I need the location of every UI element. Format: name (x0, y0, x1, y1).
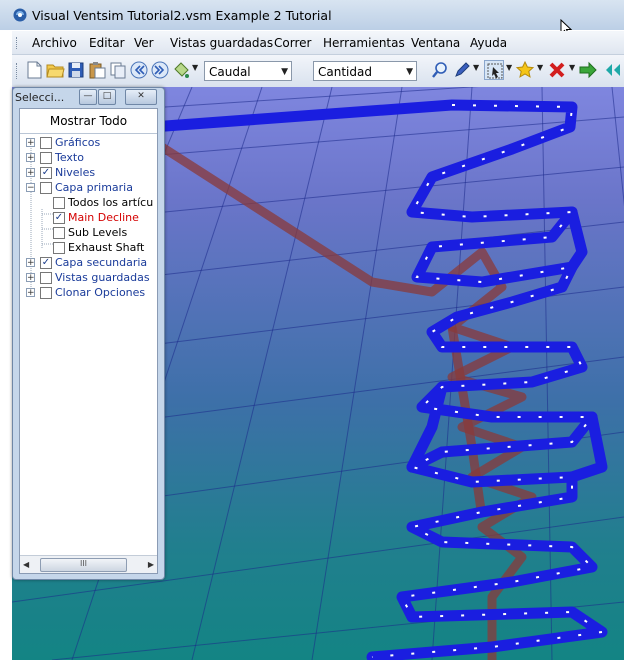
connect-button[interactable] (604, 60, 624, 80)
expand-icon[interactable]: + (26, 288, 35, 298)
horizontal-scrollbar[interactable]: ◀ III ▶ (20, 555, 157, 573)
scroll-thumb[interactable]: III (40, 558, 127, 572)
tree-label-exhaust-shaft: Exhaust Shaft (68, 241, 145, 254)
star-dropdown-arrow-icon[interactable]: ▼ (537, 63, 543, 72)
toolbar-grip[interactable] (16, 63, 20, 79)
back-arrow-icon (130, 61, 148, 79)
menu-herramientas[interactable]: Herramientas (323, 36, 405, 50)
select-cursor-icon (487, 63, 503, 79)
pencil-icon (455, 62, 470, 77)
panel-minimize-button[interactable]: — (79, 89, 97, 105)
show-all-button[interactable]: Mostrar Todo (20, 109, 157, 134)
checkbox-texto[interactable] (40, 152, 52, 164)
combo-cantidad[interactable]: Cantidad ▼ (313, 61, 417, 81)
checkbox-main-decline[interactable]: ✓ (53, 212, 65, 224)
tree-label-capa-secundaria: Capa secundaria (55, 256, 148, 269)
new-file-icon (27, 61, 42, 79)
checkbox-sub-levels[interactable] (53, 227, 65, 239)
tree-label-clonar-opciones: Clonar Opciones (55, 286, 146, 299)
panel-content: Mostrar Todo + Gráficos + Texto + ✓ Nive… (19, 108, 158, 574)
menu-ventana[interactable]: Ventana (411, 36, 460, 50)
checkbox-vistas-guardadas[interactable] (40, 272, 52, 284)
menu-archivo[interactable]: Archivo (32, 36, 77, 50)
combo-caudal-value: Caudal (209, 65, 251, 79)
collapse-icon[interactable]: − (26, 183, 35, 193)
checkbox-exhaust-shaft[interactable] (53, 242, 65, 254)
tree-label-todos: Todos los artícu (68, 196, 154, 209)
checkbox-capa-primaria[interactable] (40, 182, 52, 194)
checkbox-todos[interactable] (53, 197, 65, 209)
select-dropdown-arrow-icon[interactable]: ▼ (506, 63, 512, 72)
fill-tool-button[interactable] (171, 60, 191, 80)
open-folder-icon (46, 64, 65, 78)
star-tool-button[interactable] (515, 60, 535, 80)
clipboard-icon (89, 62, 106, 79)
open-file-button[interactable] (45, 60, 65, 80)
forward-button[interactable] (150, 60, 170, 80)
panel-title: Selecci... (15, 91, 65, 104)
menu-editar[interactable]: Editar (89, 36, 125, 50)
new-file-button[interactable] (24, 60, 44, 80)
delete-x-icon (549, 62, 565, 78)
scroll-left-icon[interactable]: ◀ (23, 560, 29, 569)
menu-ver[interactable]: Ver (134, 36, 154, 50)
layer-tree: + Gráficos + Texto + ✓ Niveles − Capa pr… (20, 134, 157, 554)
combo-caudal[interactable]: Caudal ▼ (204, 61, 292, 81)
checkbox-graficos[interactable] (40, 137, 52, 149)
paint-bucket-icon (174, 62, 189, 78)
paste-button[interactable] (87, 60, 107, 80)
tree-label-sub-levels: Sub Levels (68, 226, 128, 239)
chevron-down-icon: ▼ (406, 67, 413, 77)
expand-icon[interactable]: + (26, 138, 35, 148)
selection-panel: Selecci... — □ ✕ Mostrar Todo + Gráficos… (12, 87, 165, 580)
connect-arrows-icon (606, 64, 620, 76)
star-icon (515, 60, 535, 78)
save-disk-icon (68, 62, 84, 78)
menu-vistas-guardadas[interactable]: Vistas guardadas (170, 36, 273, 50)
expand-icon[interactable]: + (26, 258, 35, 268)
window-title: Visual Ventsim Tutorial2.vsm Example 2 T… (32, 8, 332, 23)
chevron-down-icon: ▼ (281, 67, 288, 77)
checkbox-clonar-opciones[interactable] (40, 287, 52, 299)
expand-icon[interactable]: + (26, 273, 35, 283)
menu-correr[interactable]: Correr (274, 36, 311, 50)
expand-icon[interactable]: + (26, 153, 35, 163)
green-arrow-icon (579, 61, 597, 79)
tree-label-main-decline: Main Decline (68, 211, 139, 224)
checkbox-niveles[interactable]: ✓ (40, 167, 52, 179)
panel-close-button[interactable]: ✕ (125, 89, 157, 105)
select-tool-button[interactable] (484, 60, 504, 80)
magnifier-icon (432, 62, 447, 78)
zoom-button[interactable] (430, 60, 450, 80)
fill-dropdown-arrow-icon[interactable]: ▼ (192, 63, 198, 72)
tree-label-texto: Texto (55, 151, 84, 164)
delete-button[interactable] (547, 60, 567, 80)
forward-arrow-icon (151, 61, 169, 79)
pencil-dropdown-arrow-icon[interactable]: ▼ (473, 63, 479, 72)
copy-button[interactable] (108, 60, 128, 80)
menu-ayuda[interactable]: Ayuda (470, 36, 507, 50)
app-icon (13, 8, 27, 22)
combo-cantidad-value: Cantidad (318, 65, 372, 79)
delete-dropdown-arrow-icon[interactable]: ▼ (569, 63, 575, 72)
menu-bar: Archivo Editar Ver Vistas guardadas Corr… (12, 31, 624, 55)
expand-icon[interactable]: + (26, 168, 35, 178)
copy-icon (110, 62, 126, 79)
title-bar: Visual Ventsim Tutorial2.vsm Example 2 T… (0, 0, 624, 37)
arrow-right-button[interactable] (578, 60, 598, 80)
checkbox-capa-secundaria[interactable]: ✓ (40, 257, 52, 269)
tree-label-capa-primaria: Capa primaria (55, 181, 133, 194)
back-button[interactable] (129, 60, 149, 80)
tree-label-vistas-guardadas: Vistas guardadas (55, 271, 150, 284)
tree-label-niveles: Niveles (55, 166, 96, 179)
panel-maximize-button[interactable]: □ (98, 89, 116, 105)
tree-label-graficos: Gráficos (55, 136, 101, 149)
menu-grip[interactable] (16, 37, 20, 49)
save-button[interactable] (66, 60, 86, 80)
toolbar: ▼ Caudal ▼ Cantidad ▼ ▼ ▼ ▼ ▼ (12, 55, 624, 87)
scroll-right-icon[interactable]: ▶ (148, 560, 154, 569)
pencil-tool-button[interactable] (452, 60, 472, 80)
